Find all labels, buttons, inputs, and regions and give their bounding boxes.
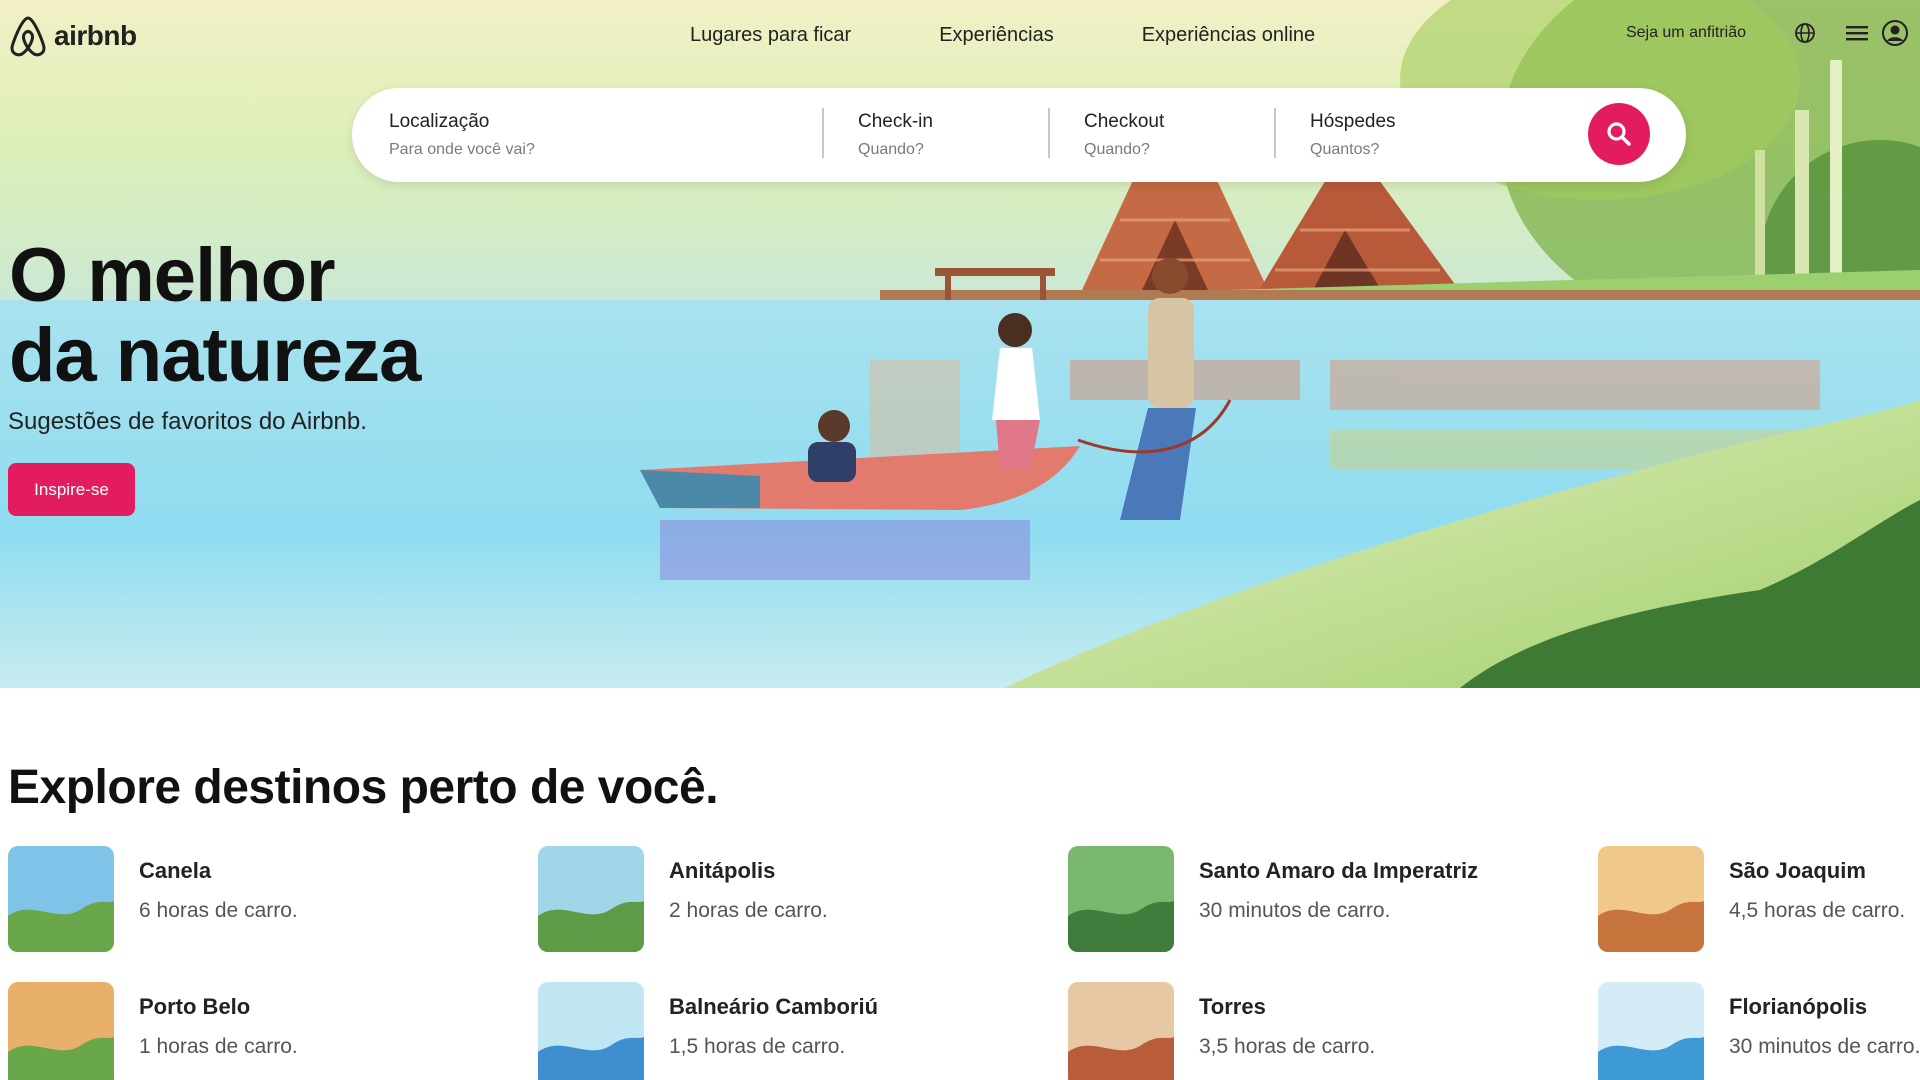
search-checkout-label: Checkout <box>1084 111 1165 132</box>
airbnb-logo[interactable]: airbnb <box>8 14 137 58</box>
destination-text: Anitápolis 2 horas de carro. <box>669 846 828 923</box>
search-icon <box>1607 122 1631 146</box>
destinations-grid: Canela 6 horas de carro. Anitápolis 2 horas… <box>8 846 1920 1080</box>
search-checkout-placeholder: Quando? <box>1084 141 1150 158</box>
inspire-button[interactable]: Inspire-se <box>8 463 135 516</box>
destination-thumbnail <box>538 846 644 952</box>
search-checkout-field[interactable]: Checkout Quando? <box>1048 88 1274 182</box>
search-checkin-placeholder: Quando? <box>858 141 924 158</box>
destination-image <box>1068 982 1174 1080</box>
hero-subtitle: Sugestões de favoritos do Airbnb. <box>8 408 367 435</box>
globe-icon[interactable] <box>1790 18 1820 48</box>
destination-name: Florianópolis <box>1729 994 1868 1019</box>
destination-text: Torres 3,5 horas de carro. <box>1199 982 1375 1059</box>
user-nav: Seja um anfitrião <box>1626 18 1910 48</box>
destination-text: Balneário Camboriú 1,5 horas de carro. <box>669 982 878 1059</box>
destination-thumbnail <box>1598 846 1704 952</box>
search-location-label: Localização <box>389 111 490 132</box>
hero-banner: airbnb Lugares para ficar Experiências E… <box>0 0 1920 688</box>
destination-text: Porto Belo 1 horas de carro. <box>139 982 298 1059</box>
destination-name: Balneário Camboriú <box>669 994 879 1019</box>
destination-card[interactable]: São Joaquim 4,5 horas de carro. <box>1598 846 1920 952</box>
nav-link-experiences[interactable]: Experiências <box>939 24 1054 47</box>
destination-distance: 30 minutos de carro. <box>1729 1035 1920 1058</box>
search-divider <box>822 108 824 158</box>
destination-image <box>1598 846 1704 952</box>
destination-name: Santo Amaro da Imperatriz <box>1199 858 1479 883</box>
destination-card[interactable]: Porto Belo 1 horas de carro. <box>8 982 538 1080</box>
destination-card[interactable]: Florianópolis 30 minutos de carro. <box>1598 982 1920 1080</box>
destination-name: Anitápolis <box>669 858 776 883</box>
destination-distance: 30 minutos de carro. <box>1199 899 1391 922</box>
destination-thumbnail <box>8 846 114 952</box>
search-checkin-label: Check-in <box>858 111 933 132</box>
nav-link-places[interactable]: Lugares para ficar <box>690 24 851 47</box>
menu-icon <box>1842 18 1872 48</box>
destination-thumbnail <box>1068 982 1174 1080</box>
destination-image <box>8 846 114 952</box>
hero-title: O melhor da natureza <box>9 233 421 398</box>
destination-distance: 4,5 horas de carro. <box>1729 899 1906 922</box>
logo-wordmark: airbnb <box>54 20 137 51</box>
destination-distance: 1,5 horas de carro. <box>669 1035 846 1058</box>
search-button[interactable] <box>1588 103 1650 165</box>
hero-title-line-2: da natureza <box>9 313 421 398</box>
destination-name: Torres <box>1199 994 1266 1019</box>
nav-link-online-experiences[interactable]: Experiências online <box>1142 24 1315 47</box>
destination-card[interactable]: Canela 6 horas de carro. <box>8 846 538 952</box>
destination-distance: 2 horas de carro. <box>669 899 828 922</box>
destination-name: São Joaquim <box>1729 858 1866 883</box>
destination-distance: 6 horas de carro. <box>139 899 298 922</box>
become-host-link[interactable]: Seja um anfitrião <box>1626 24 1746 42</box>
destination-thumbnail <box>1068 846 1174 952</box>
search-bar: Localização Para onde você vai? Check-in… <box>352 88 1686 182</box>
destination-image <box>538 846 644 952</box>
search-location-field[interactable]: Localização Para onde você vai? <box>352 88 822 182</box>
destination-image <box>538 982 644 1080</box>
destination-text: Florianópolis 30 minutos de carro. <box>1729 982 1920 1059</box>
destination-thumbnail <box>1598 982 1704 1080</box>
destination-card[interactable]: Balneário Camboriú 1,5 horas de carro. <box>538 982 1068 1080</box>
destination-card[interactable]: Torres 3,5 horas de carro. <box>1068 982 1598 1080</box>
hero-title-line-1: O melhor <box>9 233 336 318</box>
destination-text: Canela 6 horas de carro. <box>139 846 298 923</box>
user-icon <box>1880 18 1910 48</box>
destination-image <box>1068 846 1174 952</box>
search-location-placeholder: Para onde você vai? <box>389 141 535 158</box>
destination-text: Santo Amaro da Imperatriz 30 minutos de c… <box>1199 846 1478 923</box>
destination-thumbnail <box>538 982 644 1080</box>
explore-title: Explore destinos perto de você. <box>8 761 719 814</box>
search-checkin-field[interactable]: Check-in Quando? <box>822 88 1048 182</box>
search-divider <box>1048 108 1050 158</box>
destination-card[interactable]: Anitápolis 2 horas de carro. <box>538 846 1068 952</box>
airbnb-logo-icon <box>10 16 46 57</box>
destination-name: Porto Belo <box>139 994 251 1019</box>
destination-distance: 3,5 horas de carro. <box>1199 1035 1376 1058</box>
main-nav: Lugares para ficar Experiências Experiên… <box>690 24 1315 47</box>
destination-image <box>1598 982 1704 1080</box>
user-menu-button[interactable] <box>1842 18 1910 48</box>
destination-thumbnail <box>8 982 114 1080</box>
destination-text: São Joaquim 4,5 horas de carro. <box>1729 846 1905 923</box>
destination-image <box>8 982 114 1080</box>
destination-distance: 1 horas de carro. <box>139 1035 298 1058</box>
destination-card[interactable]: Santo Amaro da Imperatriz 30 minutos de c… <box>1068 846 1598 952</box>
destination-name: Canela <box>139 858 212 883</box>
search-divider <box>1274 108 1276 158</box>
